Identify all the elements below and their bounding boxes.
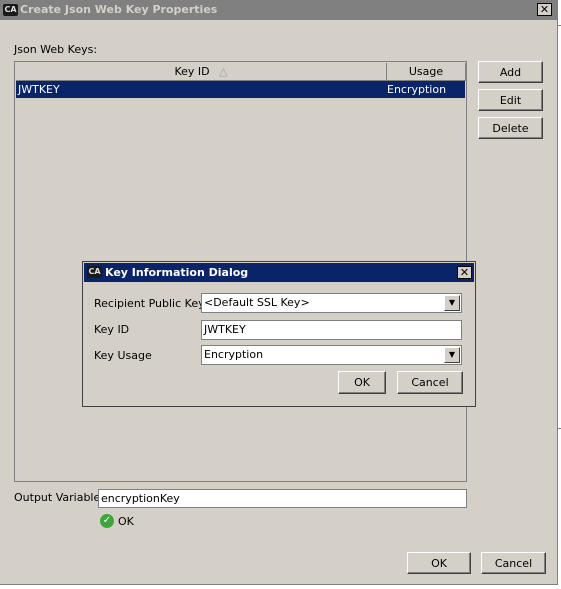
- ok-button[interactable]: OK: [407, 552, 471, 574]
- recipient-public-key-label: Recipient Public Key: [94, 297, 205, 310]
- key-information-dialog: CA Key Information Dialog ✕ Recipient Pu…: [82, 261, 476, 407]
- dialog-close-button[interactable]: ✕: [457, 266, 472, 279]
- window-title: Create Json Web Key Properties: [20, 3, 218, 16]
- window-titlebar: CA Create Json Web Key Properties ✕: [0, 0, 557, 20]
- app-icon: CA: [3, 4, 18, 16]
- json-web-keys-label: Json Web Keys:: [14, 43, 98, 56]
- delete-button[interactable]: Delete: [478, 117, 543, 139]
- dialog-app-icon: CA: [87, 266, 102, 278]
- sort-ascending-icon: △: [219, 65, 228, 78]
- column-header-usage[interactable]: Usage: [387, 63, 466, 81]
- key-usage-label: Key Usage: [94, 349, 152, 362]
- validation-status: OK: [118, 515, 134, 528]
- key-usage-select[interactable]: Encryption ▼: [201, 345, 462, 365]
- row-key-id: JWTKEY: [18, 83, 60, 96]
- dialog-title: Key Information Dialog: [105, 266, 249, 279]
- key-id-label: Key ID: [94, 323, 130, 336]
- recipient-public-key-select[interactable]: <Default SSL Key> ▼: [201, 293, 462, 313]
- column-header-key-id[interactable]: Key ID △: [16, 63, 387, 81]
- dropdown-arrow-icon[interactable]: ▼: [444, 295, 460, 311]
- checkmark-icon: ✓: [100, 514, 114, 528]
- dropdown-arrow-icon[interactable]: ▼: [444, 347, 460, 363]
- edit-button[interactable]: Edit: [478, 89, 543, 111]
- cancel-button[interactable]: Cancel: [481, 552, 546, 574]
- table-row[interactable]: JWTKEY Encryption: [16, 81, 465, 98]
- dialog-ok-button[interactable]: OK: [338, 371, 386, 394]
- window-close-button[interactable]: ✕: [537, 3, 552, 16]
- key-id-input[interactable]: JWTKEY: [201, 320, 462, 340]
- output-variable-label: Output Variable: [14, 491, 101, 504]
- add-button[interactable]: Add: [478, 61, 543, 83]
- dialog-titlebar: CA Key Information Dialog ✕: [84, 263, 474, 282]
- row-usage: Encryption: [387, 83, 447, 96]
- close-icon: ✕: [459, 266, 470, 279]
- dialog-cancel-button[interactable]: Cancel: [397, 371, 463, 394]
- output-variable-input[interactable]: encryptionKey: [98, 489, 467, 508]
- close-icon: ✕: [539, 3, 550, 16]
